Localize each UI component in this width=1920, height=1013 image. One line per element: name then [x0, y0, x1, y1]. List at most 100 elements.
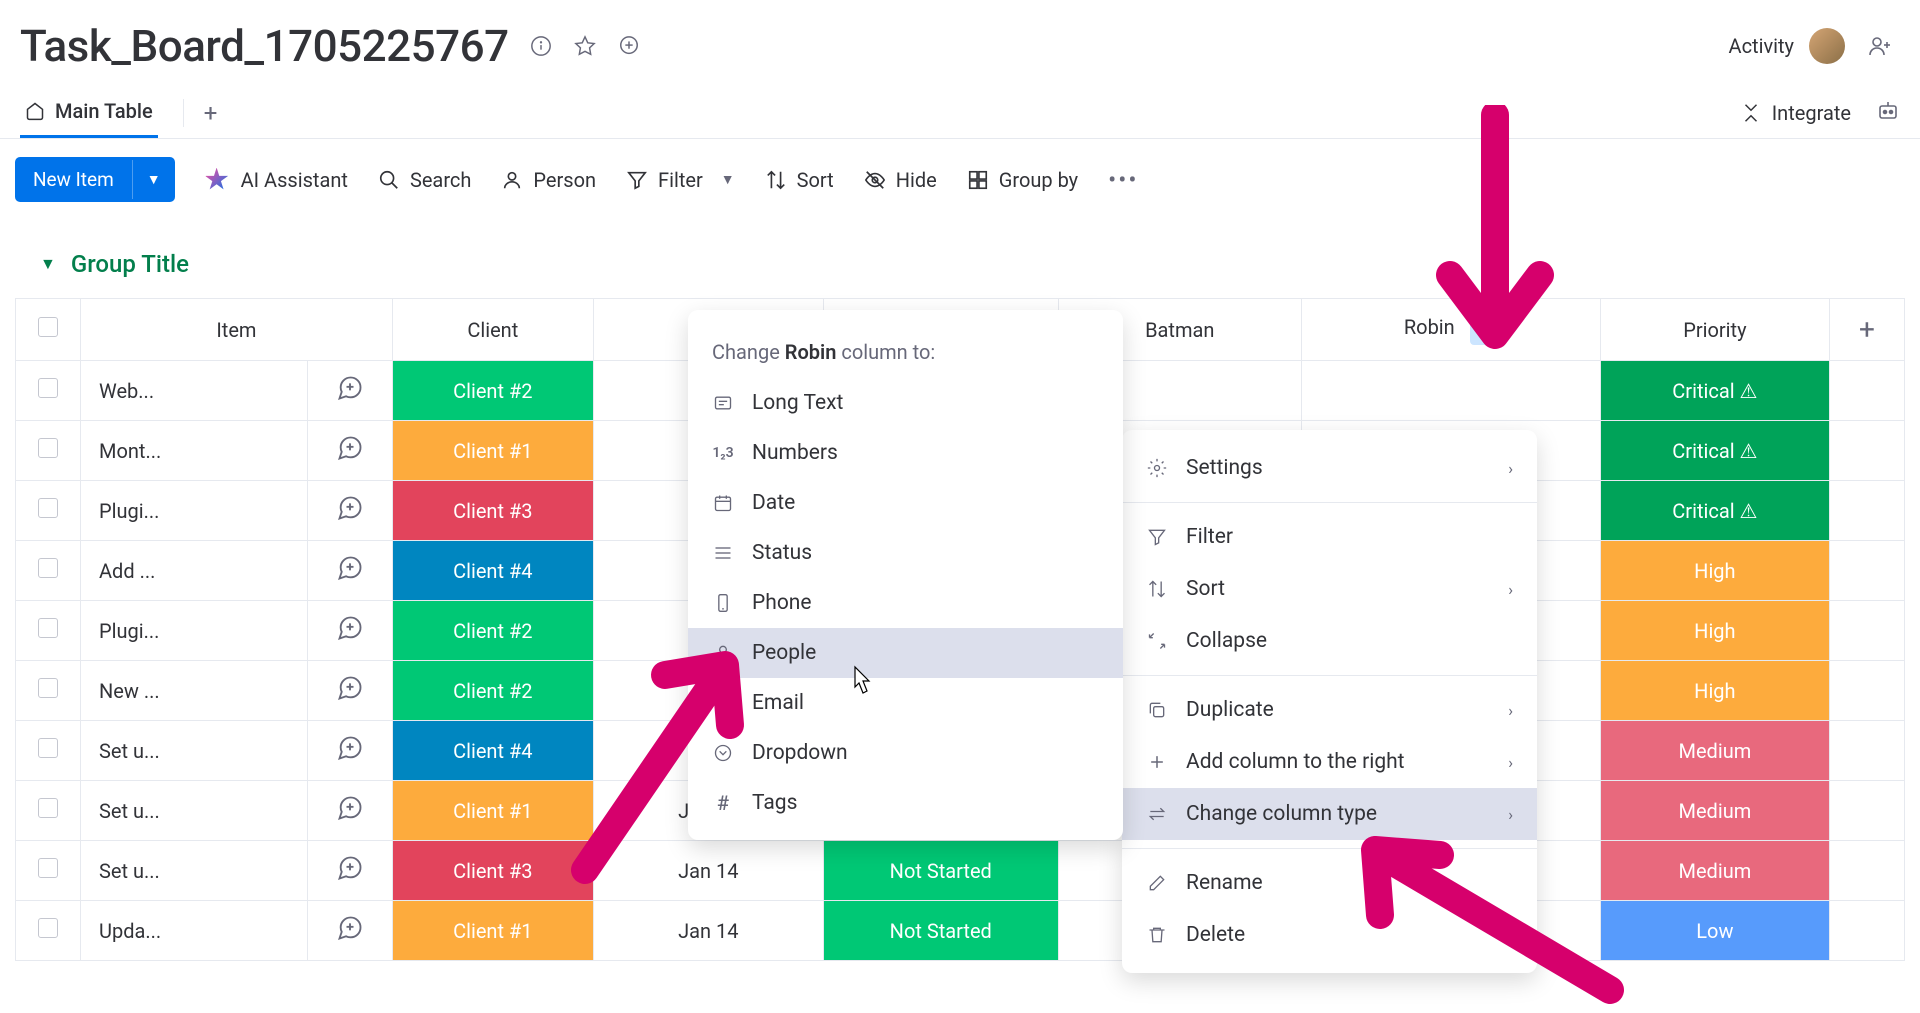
new-item-label[interactable]: New Item: [15, 157, 132, 202]
row-checkbox[interactable]: [16, 361, 81, 421]
priority-cell[interactable]: High: [1600, 661, 1829, 721]
integrate-button[interactable]: Integrate: [1740, 101, 1851, 125]
group-title[interactable]: Group Title: [71, 250, 189, 278]
more-options-button[interactable]: •••: [1108, 166, 1138, 194]
priority-cell[interactable]: Low: [1600, 901, 1829, 961]
priority-cell[interactable]: Critical ⚠: [1600, 361, 1829, 421]
row-checkbox[interactable]: [16, 541, 81, 601]
sort-button[interactable]: Sort: [765, 168, 834, 192]
client-cell[interactable]: Client #2: [392, 661, 593, 721]
item-cell[interactable]: New ...: [81, 661, 308, 721]
status-cell[interactable]: Not Started: [823, 901, 1058, 961]
row-checkbox[interactable]: [16, 841, 81, 901]
row-checkbox[interactable]: [16, 421, 81, 481]
menu-duplicate[interactable]: Duplicate ›: [1122, 684, 1537, 736]
client-cell[interactable]: Client #1: [392, 901, 593, 961]
avatar[interactable]: [1809, 28, 1845, 64]
select-all-checkbox[interactable]: [16, 299, 81, 361]
new-item-dropdown[interactable]: ▼: [132, 160, 175, 199]
comment-button[interactable]: [307, 421, 392, 481]
star-icon[interactable]: [573, 34, 597, 58]
info-icon[interactable]: [529, 34, 553, 58]
comment-button[interactable]: [307, 481, 392, 541]
client-cell[interactable]: Client #2: [392, 601, 593, 661]
menu-sort[interactable]: Sort ›: [1122, 563, 1537, 615]
activity-label[interactable]: Activity: [1729, 34, 1794, 58]
row-checkbox[interactable]: [16, 901, 81, 961]
type-long-text[interactable]: Long Text: [688, 378, 1123, 428]
comment-button[interactable]: [307, 781, 392, 841]
comment-button[interactable]: [307, 541, 392, 601]
tab-main-table-label: Main Table: [55, 99, 153, 123]
row-checkbox[interactable]: [16, 661, 81, 721]
menu-filter[interactable]: Filter: [1122, 511, 1537, 563]
discussion-icon[interactable]: [617, 34, 641, 58]
column-header-item[interactable]: Item: [81, 299, 393, 361]
client-cell[interactable]: Client #3: [392, 481, 593, 541]
type-phone[interactable]: Phone: [688, 578, 1123, 628]
comment-button[interactable]: [307, 841, 392, 901]
menu-collapse[interactable]: Collapse: [1122, 615, 1537, 667]
item-cell[interactable]: Set u...: [81, 721, 308, 781]
search-button[interactable]: Search: [378, 168, 471, 192]
item-cell[interactable]: Plugi...: [81, 481, 308, 541]
priority-cell[interactable]: Critical ⚠: [1600, 481, 1829, 541]
comment-button[interactable]: [307, 661, 392, 721]
column-header-priority[interactable]: Priority: [1600, 299, 1829, 361]
row-checkbox[interactable]: [16, 481, 81, 541]
client-cell[interactable]: Client #4: [392, 721, 593, 781]
tab-main-table[interactable]: Main Table: [20, 87, 158, 138]
client-cell[interactable]: Client #4: [392, 541, 593, 601]
priority-cell[interactable]: Critical ⚠: [1600, 421, 1829, 481]
item-cell[interactable]: Upda...: [81, 901, 308, 961]
person-button[interactable]: Person: [501, 168, 596, 192]
comment-button[interactable]: [307, 901, 392, 961]
comment-button[interactable]: [307, 361, 392, 421]
cursor-pointer-icon: [845, 665, 875, 709]
board-title[interactable]: Task_Board_1705225767: [20, 20, 509, 72]
column-header-client[interactable]: Client: [392, 299, 593, 361]
item-cell[interactable]: Web...: [81, 361, 308, 421]
filter-button[interactable]: Filter ▼: [626, 168, 735, 192]
type-date[interactable]: Date: [688, 478, 1123, 528]
type-phone-label: Phone: [752, 591, 812, 615]
comment-button[interactable]: [307, 601, 392, 661]
row-checkbox[interactable]: [16, 781, 81, 841]
menu-add-column[interactable]: Add column to the right ›: [1122, 736, 1537, 788]
comment-button[interactable]: [307, 721, 392, 781]
priority-cell[interactable]: High: [1600, 541, 1829, 601]
priority-cell[interactable]: Medium: [1600, 781, 1829, 841]
type-numbers[interactable]: 1₂3 Numbers: [688, 428, 1123, 478]
menu-settings[interactable]: Settings ›: [1122, 442, 1537, 494]
menu-filter-label: Filter: [1186, 525, 1233, 549]
group-header[interactable]: ▼ Group Title: [0, 220, 1920, 298]
priority-cell[interactable]: Medium: [1600, 841, 1829, 901]
type-status[interactable]: Status: [688, 528, 1123, 578]
priority-cell[interactable]: High: [1600, 601, 1829, 661]
item-cell[interactable]: Mont...: [81, 421, 308, 481]
row-checkbox[interactable]: [16, 601, 81, 661]
client-cell[interactable]: Client #2: [392, 361, 593, 421]
priority-cell[interactable]: Medium: [1600, 721, 1829, 781]
automation-icon[interactable]: [1876, 99, 1900, 127]
new-item-button[interactable]: New Item ▼: [15, 157, 175, 202]
client-cell[interactable]: Client #1: [392, 421, 593, 481]
hide-button[interactable]: Hide: [864, 168, 937, 192]
empty-cell: [1830, 721, 1905, 781]
group-by-button[interactable]: Group by: [967, 168, 1078, 192]
row-checkbox[interactable]: [16, 721, 81, 781]
ai-assistant-button[interactable]: AI Assistant: [205, 168, 348, 192]
item-cell[interactable]: Set u...: [81, 841, 308, 901]
item-cell[interactable]: Set u...: [81, 781, 308, 841]
empty-cell: [1830, 841, 1905, 901]
add-tab-button[interactable]: +: [183, 99, 238, 127]
invite-button[interactable]: [1860, 26, 1900, 66]
add-column-button[interactable]: +: [1830, 299, 1905, 361]
date-cell[interactable]: Jan 14: [593, 901, 823, 961]
ai-assistant-label: AI Assistant: [241, 168, 348, 192]
item-cell[interactable]: Add ...: [81, 541, 308, 601]
item-cell[interactable]: Plugi...: [81, 601, 308, 661]
client-cell[interactable]: Client #3: [392, 841, 593, 901]
status-cell[interactable]: Not Started: [823, 841, 1058, 901]
client-cell[interactable]: Client #1: [392, 781, 593, 841]
